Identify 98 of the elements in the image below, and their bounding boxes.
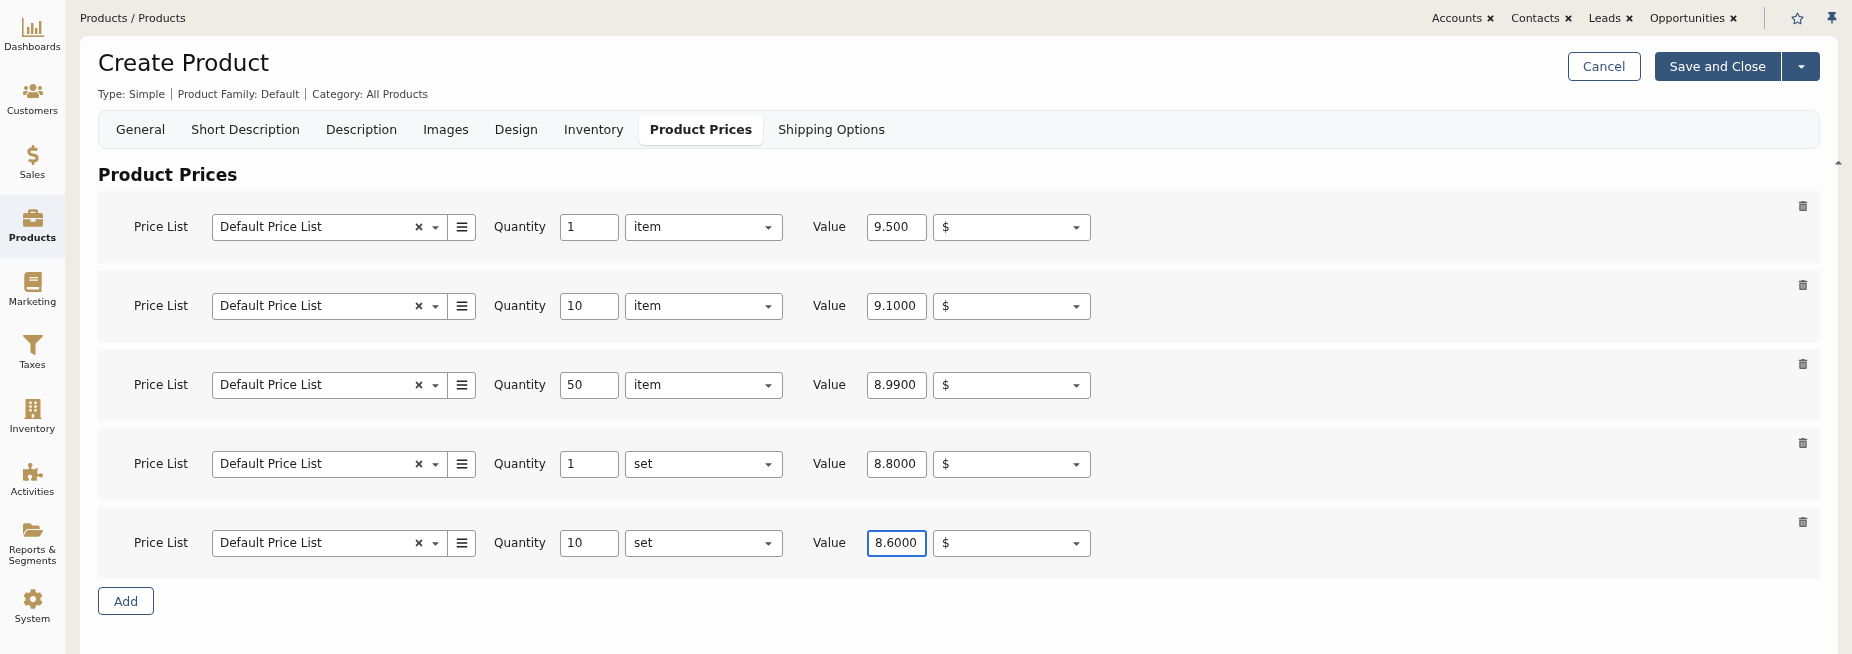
delete-icon[interactable] xyxy=(1798,280,1808,290)
quick-link[interactable]: Opportunities xyxy=(1649,11,1738,25)
clear-icon[interactable] xyxy=(414,459,424,469)
currency-select[interactable]: $ xyxy=(933,529,1091,557)
page-title: Create Product xyxy=(98,50,271,76)
unit-select[interactable]: item xyxy=(625,292,783,320)
tab[interactable]: General xyxy=(105,114,177,145)
price-list-select[interactable]: Default Price List xyxy=(212,450,476,478)
quick-link[interactable]: Leads xyxy=(1588,11,1634,25)
field-label: Value xyxy=(813,457,847,471)
field-label: Quantity xyxy=(494,220,547,234)
sidebar-item[interactable]: System xyxy=(0,575,65,639)
price-list-select[interactable]: Default Price List xyxy=(212,371,476,399)
sidebar-item[interactable]: Customers xyxy=(0,67,65,131)
field-label: Value xyxy=(813,299,847,313)
field-label: Price List xyxy=(134,378,190,392)
sidebar-item[interactable]: Dashboards xyxy=(0,4,65,68)
value-input[interactable]: 9.1000 xyxy=(867,292,927,320)
star-icon[interactable] xyxy=(1791,11,1804,25)
field-label: Price List xyxy=(134,299,190,313)
tab[interactable]: Images xyxy=(412,114,480,145)
currency-select[interactable]: $ xyxy=(933,213,1091,241)
sidebar-icon xyxy=(22,462,43,483)
field-label: Price List xyxy=(134,536,190,550)
sidebar-item[interactable]: Sales xyxy=(0,131,65,195)
menu-icon xyxy=(455,458,468,470)
clear-icon[interactable] xyxy=(414,538,424,548)
tab[interactable]: Short Description xyxy=(180,114,311,145)
field-label: Quantity xyxy=(494,378,547,392)
value-input[interactable]: 8.6000 xyxy=(867,529,927,557)
close-icon[interactable] xyxy=(1729,13,1738,23)
clear-icon[interactable] xyxy=(414,222,424,232)
delete-icon[interactable] xyxy=(1798,438,1808,448)
price-list-select[interactable]: Default Price List xyxy=(212,213,476,241)
product-meta: Product Family: Default xyxy=(170,88,306,100)
clear-icon[interactable] xyxy=(414,301,424,311)
quantity-input[interactable]: 10 xyxy=(560,529,619,557)
menu-icon xyxy=(455,221,468,233)
field-label: Quantity xyxy=(494,536,547,550)
product-meta: Type: Simple xyxy=(98,88,166,100)
quantity-input[interactable]: 50 xyxy=(560,371,619,399)
close-icon[interactable] xyxy=(1563,13,1573,23)
field-label: Value xyxy=(813,378,847,392)
delete-icon[interactable] xyxy=(1798,201,1808,211)
unit-select[interactable]: set xyxy=(625,450,783,478)
value-input[interactable]: 8.8000 xyxy=(867,450,927,478)
sidebar-item[interactable]: Taxes xyxy=(0,321,65,385)
sidebar-item[interactable]: Inventory xyxy=(0,385,65,449)
field-label: Price List xyxy=(134,457,190,471)
clear-icon[interactable] xyxy=(414,380,424,390)
tab[interactable]: Product Prices xyxy=(638,114,764,145)
quick-link[interactable]: Accounts xyxy=(1432,11,1496,25)
quantity-input[interactable]: 1 xyxy=(560,213,619,241)
bar-chart-icon xyxy=(21,18,44,38)
cancel-button[interactable]: Cancel xyxy=(1567,52,1641,81)
field-label: Quantity xyxy=(494,457,547,471)
breadcrumb: Products / Products xyxy=(80,11,186,25)
price-list-select[interactable]: Default Price List xyxy=(212,529,476,557)
currency-select[interactable]: $ xyxy=(933,292,1091,320)
close-icon[interactable] xyxy=(1624,13,1634,23)
sidebar-item[interactable]: Products xyxy=(0,194,65,258)
quick-link[interactable]: Contacts xyxy=(1511,11,1573,25)
menu-icon xyxy=(455,379,468,391)
sidebar-icon xyxy=(22,398,43,419)
price-list-select[interactable]: Default Price List xyxy=(212,292,476,320)
tab[interactable]: Shipping Options xyxy=(767,114,896,145)
pin-icon[interactable] xyxy=(1826,12,1838,24)
add-button[interactable]: Add xyxy=(98,587,154,615)
sidebar-icon xyxy=(22,271,43,292)
sidebar-icon xyxy=(22,208,43,229)
close-icon[interactable] xyxy=(1486,13,1496,23)
field-label: Value xyxy=(813,220,847,234)
unit-select[interactable]: item xyxy=(625,213,783,241)
quantity-input[interactable]: 1 xyxy=(560,450,619,478)
tab[interactable]: Description xyxy=(315,114,409,145)
unit-select[interactable]: set xyxy=(625,529,783,557)
value-input[interactable]: 9.500 xyxy=(867,213,927,241)
value-input[interactable]: 8.9900 xyxy=(867,371,927,399)
tab[interactable]: Design xyxy=(483,114,550,145)
menu-icon xyxy=(455,537,468,549)
menu-icon xyxy=(455,300,468,312)
sidebar-item[interactable]: Reports & Segments xyxy=(0,512,65,576)
delete-icon[interactable] xyxy=(1798,517,1808,527)
delete-icon[interactable] xyxy=(1798,359,1808,369)
unit-select[interactable]: item xyxy=(625,371,783,399)
currency-select[interactable]: $ xyxy=(933,450,1091,478)
tab[interactable]: Inventory xyxy=(553,114,635,145)
sidebar-item[interactable]: Activities xyxy=(0,448,65,512)
currency-select[interactable]: $ xyxy=(933,371,1091,399)
field-label: Price List xyxy=(134,220,190,234)
sidebar-item[interactable]: Marketing xyxy=(0,258,65,322)
product-meta: Category: All Products xyxy=(305,88,435,100)
quantity-input[interactable]: 10 xyxy=(560,292,619,320)
field-label: Quantity xyxy=(494,299,547,313)
sidebar-icon xyxy=(22,589,43,610)
sidebar-icon xyxy=(22,335,43,356)
field-label: Value xyxy=(813,536,847,550)
section-title: Product Prices xyxy=(98,165,239,185)
